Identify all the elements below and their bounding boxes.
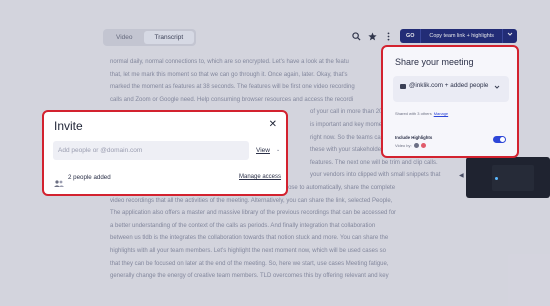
invite-people-input[interactable] (53, 141, 249, 160)
permission-select[interactable]: View (256, 147, 270, 154)
video-frame (492, 165, 534, 191)
people-added-count: 2 people added (68, 174, 111, 181)
chevron-down-icon (494, 84, 500, 92)
manage-access-link[interactable]: Manage access (239, 174, 281, 180)
shared-with-info: Shared with 3 others Manage (395, 111, 448, 116)
share-audience-select[interactable]: @inklik.com + added people (393, 76, 509, 102)
include-highlights-toggle[interactable] (493, 136, 506, 143)
include-highlights-sub: Video by: (395, 143, 426, 148)
invite-title: Invite (54, 119, 83, 133)
live-indicator-icon (495, 177, 498, 180)
share-panel-title: Share your meeting (395, 57, 474, 67)
folder-icon (400, 84, 406, 89)
shared-with-text: Shared with 3 others (395, 111, 432, 116)
avatar (413, 143, 419, 148)
share-audience-value: @inklik.com + added people (409, 82, 489, 89)
toggle-knob (500, 137, 505, 142)
invite-dialog: Invite ✕ View ⌄ 2 people added Manage ac… (42, 110, 288, 196)
avatar (420, 143, 426, 148)
chevron-down-icon[interactable]: ⌄ (276, 147, 280, 153)
manage-share-link[interactable]: Manage (434, 111, 448, 116)
collapse-video-icon[interactable]: ◀ (459, 172, 464, 179)
share-meeting-panel: Share your meeting @inklik.com + added p… (381, 45, 519, 158)
include-highlights-label: Include Highlights (395, 135, 433, 140)
video-by-label: Video by: (395, 143, 412, 148)
video-preview[interactable] (466, 157, 550, 198)
people-icon (54, 174, 64, 187)
close-icon[interactable]: ✕ (269, 120, 277, 130)
